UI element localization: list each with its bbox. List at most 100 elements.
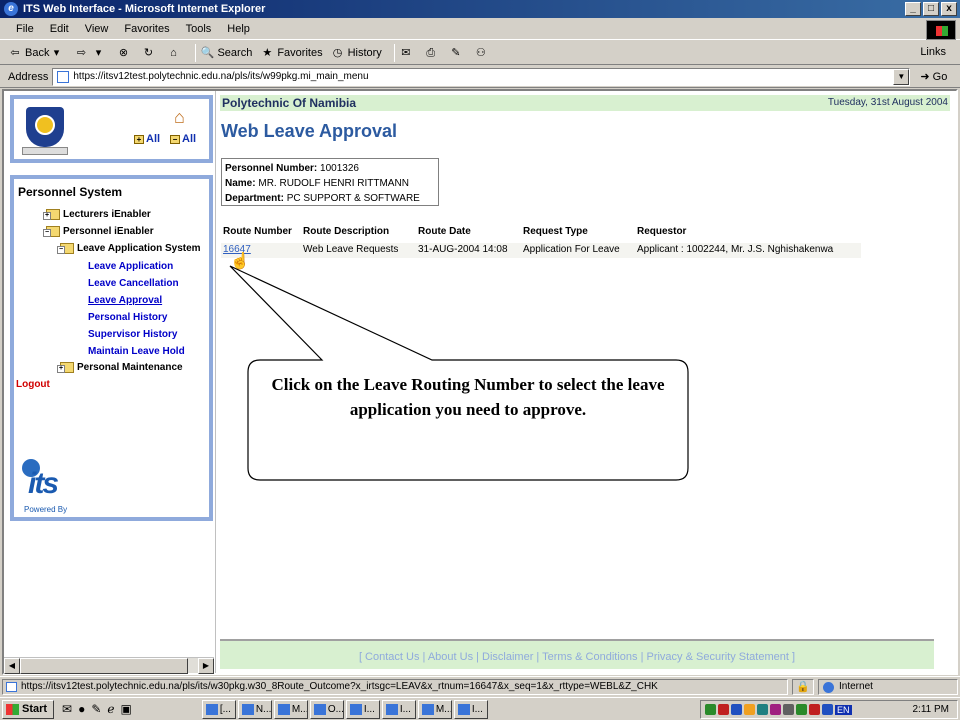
page-icon <box>6 682 17 692</box>
address-bar: Address https://itsv12test.polytechnic.e… <box>0 66 960 88</box>
link-leave-cancellation[interactable]: Leave Cancellation <box>88 278 179 289</box>
current-date: Tuesday, 31st August 2004 <box>827 97 948 108</box>
tree-label: Personal Maintenance <box>77 362 183 373</box>
hand-cursor-icon: ☝ <box>230 253 250 270</box>
menu-help[interactable]: Help <box>227 23 250 35</box>
close-button[interactable]: x <box>941 2 957 16</box>
tree-item-leave-application-system[interactable]: − Leave Application System <box>57 243 201 254</box>
taskbar-window-5[interactable]: I... <box>345 699 380 719</box>
tray-icon[interactable] <box>718 704 729 715</box>
search-button[interactable]: 🔍 Search <box>200 46 253 60</box>
zone-label: Internet <box>839 681 873 692</box>
mail-icon[interactable]: ✉ <box>62 702 72 716</box>
lock-icon: 🔒 <box>792 679 814 695</box>
taskbar-window-6[interactable]: I... <box>381 699 416 719</box>
desktop-icon[interactable]: ▣ <box>120 702 131 716</box>
scroll-thumb[interactable] <box>20 658 188 674</box>
tray-icon[interactable] <box>770 704 781 715</box>
home-button[interactable]: ⌂ <box>166 46 183 60</box>
header-strip: Polytechnic Of Namibia Tuesday, 31st Aug… <box>220 95 950 111</box>
tray-icon[interactable] <box>705 704 716 715</box>
collapse-all-button[interactable]: − All <box>170 133 196 145</box>
tray-icon[interactable] <box>809 704 820 715</box>
language-indicator[interactable]: EN <box>835 704 852 715</box>
search-icon: 🔍 <box>200 46 215 59</box>
menu-tools[interactable]: Tools <box>186 23 212 35</box>
back-button[interactable]: ⇦ Back ▾ <box>8 46 66 60</box>
tree-item-lecturers-ienabler[interactable]: + Lecturers iEnabler <box>43 209 151 220</box>
edit-icon[interactable]: ✎ <box>91 702 101 716</box>
edit-button[interactable]: ✎ <box>449 46 466 60</box>
mail-icon: ✉ <box>401 46 411 59</box>
scroll-right-icon[interactable]: ▶ <box>198 658 214 674</box>
home-icon: ⌂ <box>170 46 177 59</box>
messenger-icon[interactable]: ● <box>78 702 85 716</box>
history-label: History <box>347 46 382 59</box>
address-input[interactable]: https://itsv12test.polytechnic.edu.na/pl… <box>52 67 911 86</box>
address-dropdown-icon[interactable]: ▼ <box>893 68 910 85</box>
history-button[interactable]: ◷ History <box>331 46 382 60</box>
taskbar-window-3[interactable]: M... <box>273 699 308 719</box>
go-label: Go <box>932 71 948 83</box>
folder-icon: + <box>57 362 74 373</box>
link-supervisor-history[interactable]: Supervisor History <box>88 329 177 340</box>
menu-view[interactable]: View <box>85 23 109 35</box>
link-leave-application[interactable]: Leave Application <box>88 261 173 272</box>
link-personal-history[interactable]: Personal History <box>88 312 167 323</box>
ie-icon[interactable]: ℯ <box>107 702 114 716</box>
forward-button[interactable]: ⇨ ▾ <box>74 46 108 60</box>
tray-icon[interactable] <box>731 704 742 715</box>
tray-icon[interactable] <box>783 704 794 715</box>
print-button[interactable]: ⎙ <box>424 46 441 60</box>
dropdown-arrow-icon[interactable]: ▾ <box>49 46 63 60</box>
menu-edit[interactable]: Edit <box>50 23 69 35</box>
windows-logo-icon <box>926 20 956 40</box>
stop-button[interactable]: ⊗ <box>116 46 133 60</box>
maximize-button[interactable]: □ <box>923 2 939 16</box>
system-tray: EN 2:11 PM <box>700 700 958 719</box>
tree-item-personal-maintenance[interactable]: + Personal Maintenance <box>57 362 183 373</box>
tray-icon[interactable] <box>757 704 768 715</box>
forward-arrow-icon: ⇨ <box>76 46 87 59</box>
window-icon <box>457 703 470 715</box>
taskbar-window-2[interactable]: N... <box>237 699 272 719</box>
go-button[interactable]: ➜ Go <box>920 70 947 83</box>
dropdown-arrow-icon[interactable]: ▾ <box>91 46 105 60</box>
personnel-number-value: 1001326 <box>320 163 359 174</box>
tray-icon[interactable] <box>796 704 807 715</box>
links-button[interactable]: Links <box>920 46 946 58</box>
tray-icon[interactable] <box>744 704 755 715</box>
minimize-button[interactable]: _ <box>905 2 921 16</box>
taskbar-window-7[interactable]: M... <box>417 699 452 719</box>
toolbar-separator <box>393 43 395 62</box>
minus-icon: − <box>170 134 180 144</box>
internet-zone-icon <box>823 682 834 693</box>
start-button[interactable]: Start <box>2 699 54 719</box>
refresh-button[interactable]: ↻ <box>141 46 158 60</box>
discuss-icon: ⚇ <box>475 46 486 59</box>
expand-all-button[interactable]: + All <box>134 133 160 145</box>
tray-icon[interactable] <box>822 704 833 715</box>
link-maintain-leave-hold[interactable]: Maintain Leave Hold <box>88 346 185 357</box>
link-leave-approval[interactable]: Leave Approval <box>88 295 162 306</box>
taskbar-window-4[interactable]: O... <box>309 699 344 719</box>
home-icon[interactable]: ⌂ <box>174 107 185 128</box>
taskbar: Start ✉ ● ✎ ℯ ▣ [... N... M... O... I...… <box>0 697 960 720</box>
scroll-left-icon[interactable]: ◀ <box>4 658 20 674</box>
menu-favorites[interactable]: Favorites <box>124 23 169 35</box>
footer-links[interactable]: [ Contact Us | About Us | Disclaimer | T… <box>220 639 934 669</box>
discuss-button[interactable]: ⚇ <box>474 46 491 60</box>
favorites-label: Favorites <box>277 46 323 59</box>
route-description-cell: Web Leave Requests <box>303 244 399 255</box>
clock[interactable]: 2:11 PM <box>913 704 950 715</box>
favorites-button[interactable]: ★ Favorites <box>260 46 322 60</box>
mail-button[interactable]: ✉ <box>399 46 416 60</box>
logout-link[interactable]: Logout <box>16 379 50 390</box>
menu-file[interactable]: File <box>16 23 34 35</box>
taskbar-window-1[interactable]: [... <box>201 699 236 719</box>
taskbar-window-8[interactable]: I... <box>453 699 488 719</box>
tree-item-personnel-ienabler[interactable]: − Personnel iEnabler <box>43 226 154 237</box>
menu-title: Personnel System <box>18 185 123 199</box>
left-frame-horizontal-scrollbar[interactable]: ◀ ▶ <box>4 657 214 674</box>
expand-all-label: All <box>146 133 161 145</box>
